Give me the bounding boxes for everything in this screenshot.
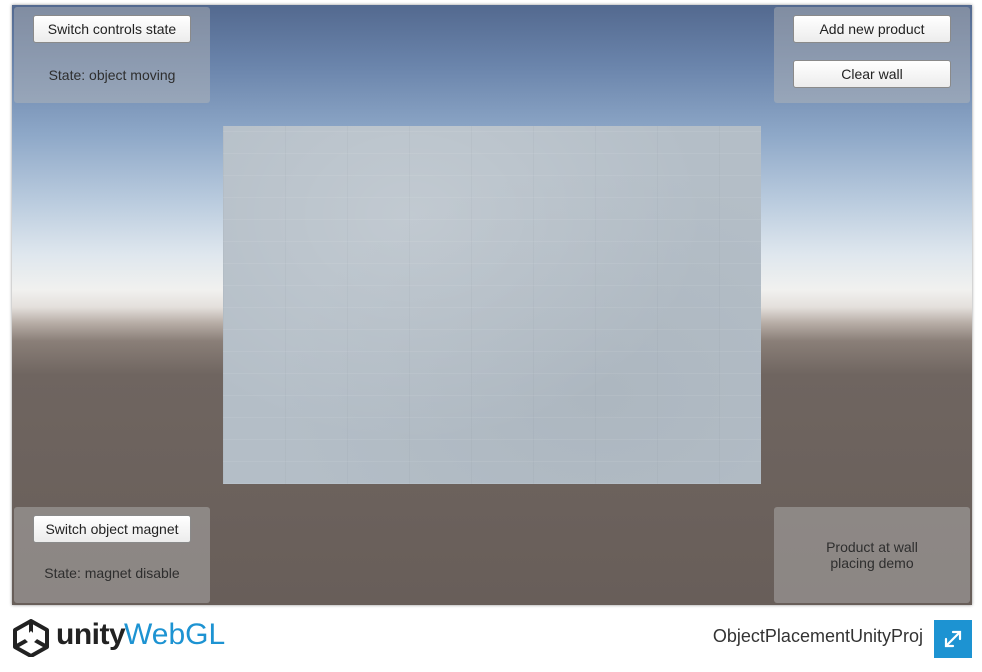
magnet-state-label: State: magnet disable (44, 565, 180, 581)
logo-webgl-text: WebGL (124, 618, 226, 651)
add-new-product-button[interactable]: Add new product (793, 15, 951, 43)
magnet-panel: Switch object magnet State: magnet disab… (14, 507, 210, 603)
unity-logo-icon (13, 619, 49, 657)
fullscreen-button[interactable] (934, 620, 972, 658)
demo-description: Product at wall placing demo (774, 539, 970, 571)
switch-controls-state-button[interactable]: Switch controls state (33, 15, 191, 43)
switch-object-magnet-button[interactable]: Switch object magnet (33, 515, 191, 543)
webgl-footer: unity WebGL ObjectPlacementUnityProj (12, 612, 972, 662)
demo-description-line1: Product at wall (826, 539, 918, 555)
clear-wall-button[interactable]: Clear wall (793, 60, 951, 88)
controls-state-label: State: object moving (48, 67, 176, 83)
product-panel: Add new product Clear wall (774, 7, 970, 103)
logo-unity-text: unity (56, 618, 126, 651)
unity-canvas[interactable]: Switch controls state State: object movi… (12, 5, 972, 605)
wall-plane[interactable] (223, 126, 761, 484)
project-title: ObjectPlacementUnityProj (712, 626, 923, 646)
controls-panel: Switch controls state State: object movi… (14, 7, 210, 103)
fullscreen-icon (944, 630, 962, 648)
info-panel: Product at wall placing demo (774, 507, 970, 603)
demo-description-line2: placing demo (830, 555, 914, 571)
